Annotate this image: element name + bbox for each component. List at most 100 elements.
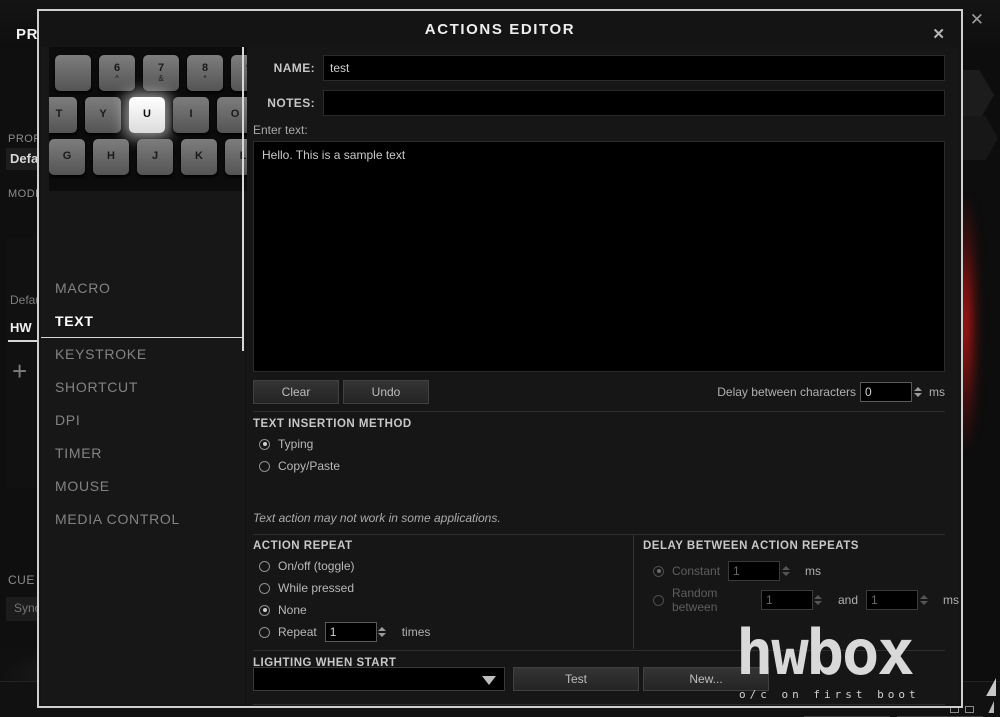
random-min-stepper[interactable] bbox=[760, 590, 824, 610]
constant-delay-unit: ms bbox=[805, 564, 822, 578]
key-g[interactable]: G bbox=[49, 139, 85, 175]
action-type-shortcut[interactable]: SHORTCUT bbox=[41, 371, 243, 404]
radio-icon bbox=[653, 594, 664, 606]
keyboard-preview[interactable]: 6^7&8*9( TYUIO GHJKL bbox=[49, 47, 247, 191]
notes-label: NOTES: bbox=[267, 96, 315, 110]
spinner-arrows-icon[interactable] bbox=[780, 561, 791, 581]
key-j[interactable]: J bbox=[137, 139, 173, 175]
enter-text-label: Enter text: bbox=[253, 123, 308, 137]
key-label: I bbox=[189, 108, 193, 121]
cue-label: CUE bbox=[8, 573, 35, 587]
key-h[interactable]: H bbox=[93, 139, 129, 175]
key-k[interactable]: K bbox=[181, 139, 217, 175]
radio-typing[interactable]: Typing bbox=[259, 437, 313, 451]
divider bbox=[253, 534, 945, 535]
random-max-stepper[interactable] bbox=[866, 590, 929, 610]
random-max-input[interactable] bbox=[866, 590, 918, 610]
delay-chars-label: Delay between characters bbox=[717, 385, 856, 399]
key-t[interactable]: T bbox=[49, 97, 77, 133]
close-icon[interactable]: ✕ bbox=[932, 25, 945, 43]
key-8[interactable]: 8 * bbox=[187, 55, 223, 91]
radio-copy-paste-label: Copy/Paste bbox=[278, 459, 341, 473]
key-sub-label: ^ bbox=[115, 73, 119, 83]
dialog-title: ACTIONS EDITOR bbox=[424, 21, 576, 38]
random-delay-unit: ms bbox=[943, 593, 959, 607]
chevron-down-icon bbox=[482, 676, 496, 685]
key-label: H bbox=[107, 150, 115, 163]
undo-button[interactable]: Undo bbox=[343, 380, 429, 404]
plus-icon[interactable]: + bbox=[12, 358, 27, 384]
clear-button[interactable]: Clear bbox=[253, 380, 339, 404]
spinner-arrows-icon[interactable] bbox=[377, 622, 388, 642]
key-i[interactable]: I bbox=[173, 97, 209, 133]
radio-icon bbox=[259, 604, 270, 616]
actions-editor-dialog: ACTIONS EDITOR ✕ 6^7&8*9( TYUIO GHJKL MA… bbox=[37, 9, 983, 717]
constant-delay-stepper[interactable] bbox=[728, 561, 791, 581]
left-column-divider bbox=[242, 47, 244, 351]
delay-repeats-title: DELAY BETWEEN ACTION REPEATS bbox=[643, 540, 859, 552]
screen: PROFILES ✕ PROFILE Default MODES Default… bbox=[0, 0, 1000, 717]
dialog-main-content: NAME: NOTES: Enter text: Clear Undo Dela… bbox=[247, 47, 983, 717]
test-button[interactable]: Test bbox=[513, 667, 639, 691]
radio-none-label: None bbox=[278, 603, 307, 617]
key-7[interactable]: 7 & bbox=[143, 55, 179, 91]
radio-random-delay[interactable]: Random between and ms bbox=[653, 586, 959, 614]
key-y[interactable]: Y bbox=[85, 97, 121, 133]
key-label: K bbox=[195, 150, 203, 163]
action-type-text[interactable]: TEXT bbox=[41, 305, 243, 338]
radio-while-pressed[interactable]: While pressed bbox=[259, 581, 354, 595]
constant-delay-input[interactable] bbox=[728, 561, 781, 581]
radio-onoff-toggle[interactable]: On/off (toggle) bbox=[259, 559, 355, 573]
radio-repeat[interactable]: Repeat times bbox=[259, 622, 430, 642]
key-6[interactable]: 6 ^ bbox=[99, 55, 135, 91]
mode-item-hw[interactable]: HW bbox=[10, 320, 32, 335]
radio-constant-delay[interactable]: Constant ms bbox=[653, 561, 821, 581]
radio-icon bbox=[259, 460, 270, 472]
key-sub-label: & bbox=[158, 73, 164, 83]
vertical-divider bbox=[633, 535, 634, 649]
app-close-icon[interactable]: ✕ bbox=[970, 10, 984, 30]
name-input[interactable] bbox=[323, 55, 945, 81]
spinner-arrows-icon[interactable] bbox=[918, 590, 929, 610]
radio-copy-paste[interactable]: Copy/Paste bbox=[259, 459, 340, 473]
spinner-arrows-icon[interactable] bbox=[912, 382, 923, 402]
constant-label: Constant bbox=[672, 564, 721, 578]
lighting-dropdown[interactable] bbox=[253, 667, 505, 691]
key-label: T bbox=[55, 108, 63, 121]
radio-icon bbox=[259, 582, 270, 594]
key-blank[interactable] bbox=[55, 55, 91, 91]
action-type-keystroke[interactable]: KEYSTROKE bbox=[41, 338, 243, 371]
divider bbox=[253, 650, 945, 651]
name-field-row: NAME: bbox=[247, 55, 959, 81]
dialog-left-column: 6^7&8*9( TYUIO GHJKL MACROTEXTKEYSTROKES… bbox=[41, 47, 247, 704]
key-label: J bbox=[151, 150, 159, 163]
key-label: Y bbox=[99, 108, 107, 121]
key-label: 6 bbox=[113, 62, 121, 75]
key-u[interactable]: U bbox=[129, 97, 165, 133]
random-and-label: and bbox=[837, 593, 858, 607]
delay-chars-input[interactable] bbox=[860, 382, 912, 402]
action-type-dpi[interactable]: DPI bbox=[41, 404, 243, 437]
key-9[interactable]: 9( bbox=[231, 55, 247, 91]
random-min-input[interactable] bbox=[760, 590, 813, 610]
action-type-media-control[interactable]: MEDIA CONTROL bbox=[41, 503, 243, 536]
key-label: G bbox=[62, 150, 72, 163]
delay-chars-stepper[interactable] bbox=[860, 382, 923, 402]
repeat-times-stepper[interactable] bbox=[324, 622, 388, 642]
key-label: U bbox=[143, 108, 151, 121]
radio-none[interactable]: None bbox=[259, 603, 307, 617]
notes-input[interactable] bbox=[323, 90, 945, 116]
action-type-mouse[interactable]: MOUSE bbox=[41, 470, 243, 503]
divider bbox=[253, 411, 945, 412]
spinner-arrows-icon[interactable] bbox=[813, 590, 824, 610]
radio-icon bbox=[259, 438, 270, 450]
new-lighting-button[interactable]: New... bbox=[643, 667, 769, 691]
enter-text-area[interactable] bbox=[253, 141, 945, 372]
key-label: 8 bbox=[201, 62, 209, 75]
repeat-times-input[interactable] bbox=[324, 622, 377, 642]
radio-icon bbox=[259, 626, 270, 638]
name-label: NAME: bbox=[273, 61, 315, 75]
action-type-macro[interactable]: MACRO bbox=[41, 272, 243, 305]
random-between-label: Random between bbox=[672, 586, 718, 614]
action-type-timer[interactable]: TIMER bbox=[41, 437, 243, 470]
